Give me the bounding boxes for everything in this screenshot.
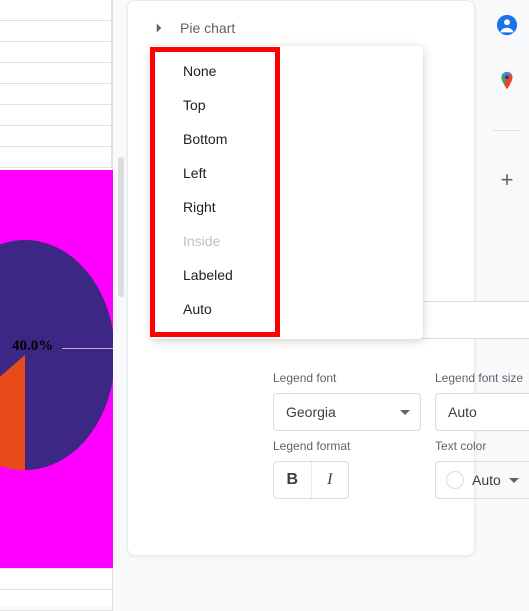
text-color-label: Text color [435, 439, 529, 453]
legend-font-select[interactable]: Georgia [273, 393, 421, 431]
caret-down-icon [400, 410, 410, 415]
grid-cells-below [0, 568, 113, 606]
legend-position-dropdown: None Top Bottom Left Right Inside Labele… [151, 46, 423, 339]
legend-font-size-label: Legend font size [435, 371, 529, 385]
grid-cells [0, 0, 113, 170]
dropdown-option-labeled[interactable]: Labeled [151, 258, 423, 292]
side-rail: + [485, 14, 529, 191]
spreadsheet-area: 40.0% [0, 0, 113, 606]
add-button[interactable]: + [501, 169, 514, 191]
bold-button[interactable]: B [274, 462, 311, 498]
legend-format-label: Legend format [273, 439, 421, 453]
caret-down-icon [509, 478, 519, 483]
rail-separator [493, 130, 521, 131]
accordion-pie-chart[interactable]: Pie chart [128, 1, 474, 51]
dropdown-option-inside: Inside [151, 224, 423, 258]
dropdown-option-none[interactable]: None [151, 54, 423, 88]
scrollbar-thumb[interactable] [118, 157, 124, 297]
legend-controls: Legend font Georgia Legend font size Aut… [273, 371, 529, 499]
legend-font-size-group: Legend font size Auto [435, 371, 529, 431]
dropdown-option-top[interactable]: Top [151, 88, 423, 122]
text-color-value: Auto [472, 472, 501, 488]
text-color-select[interactable]: Auto [435, 461, 529, 499]
dropdown-option-auto[interactable]: Auto [151, 292, 423, 326]
dropdown-option-left[interactable]: Left [151, 156, 423, 190]
contacts-icon[interactable] [496, 14, 518, 36]
chevron-right-icon [150, 19, 168, 37]
legend-format-group: Legend format B I [273, 439, 421, 499]
legend-font-size-value: Auto [448, 404, 477, 420]
legend-font-group: Legend font Georgia [273, 371, 421, 431]
legend-format-buttons: B I [273, 461, 349, 499]
accordion-title: Pie chart [180, 20, 235, 36]
chart-preview[interactable] [0, 170, 113, 568]
italic-button[interactable]: I [311, 462, 349, 498]
label-connector [62, 348, 113, 349]
dropdown-option-bottom[interactable]: Bottom [151, 122, 423, 156]
dropdown-option-right[interactable]: Right [151, 190, 423, 224]
legend-font-label: Legend font [273, 371, 421, 385]
slice-percent-label: 40.0% [12, 338, 53, 355]
text-color-group: Text color Auto [435, 439, 529, 499]
maps-icon[interactable] [496, 70, 518, 92]
color-swatch-icon [446, 471, 464, 489]
legend-font-value: Georgia [286, 404, 336, 420]
legend-font-size-select[interactable]: Auto [435, 393, 529, 431]
